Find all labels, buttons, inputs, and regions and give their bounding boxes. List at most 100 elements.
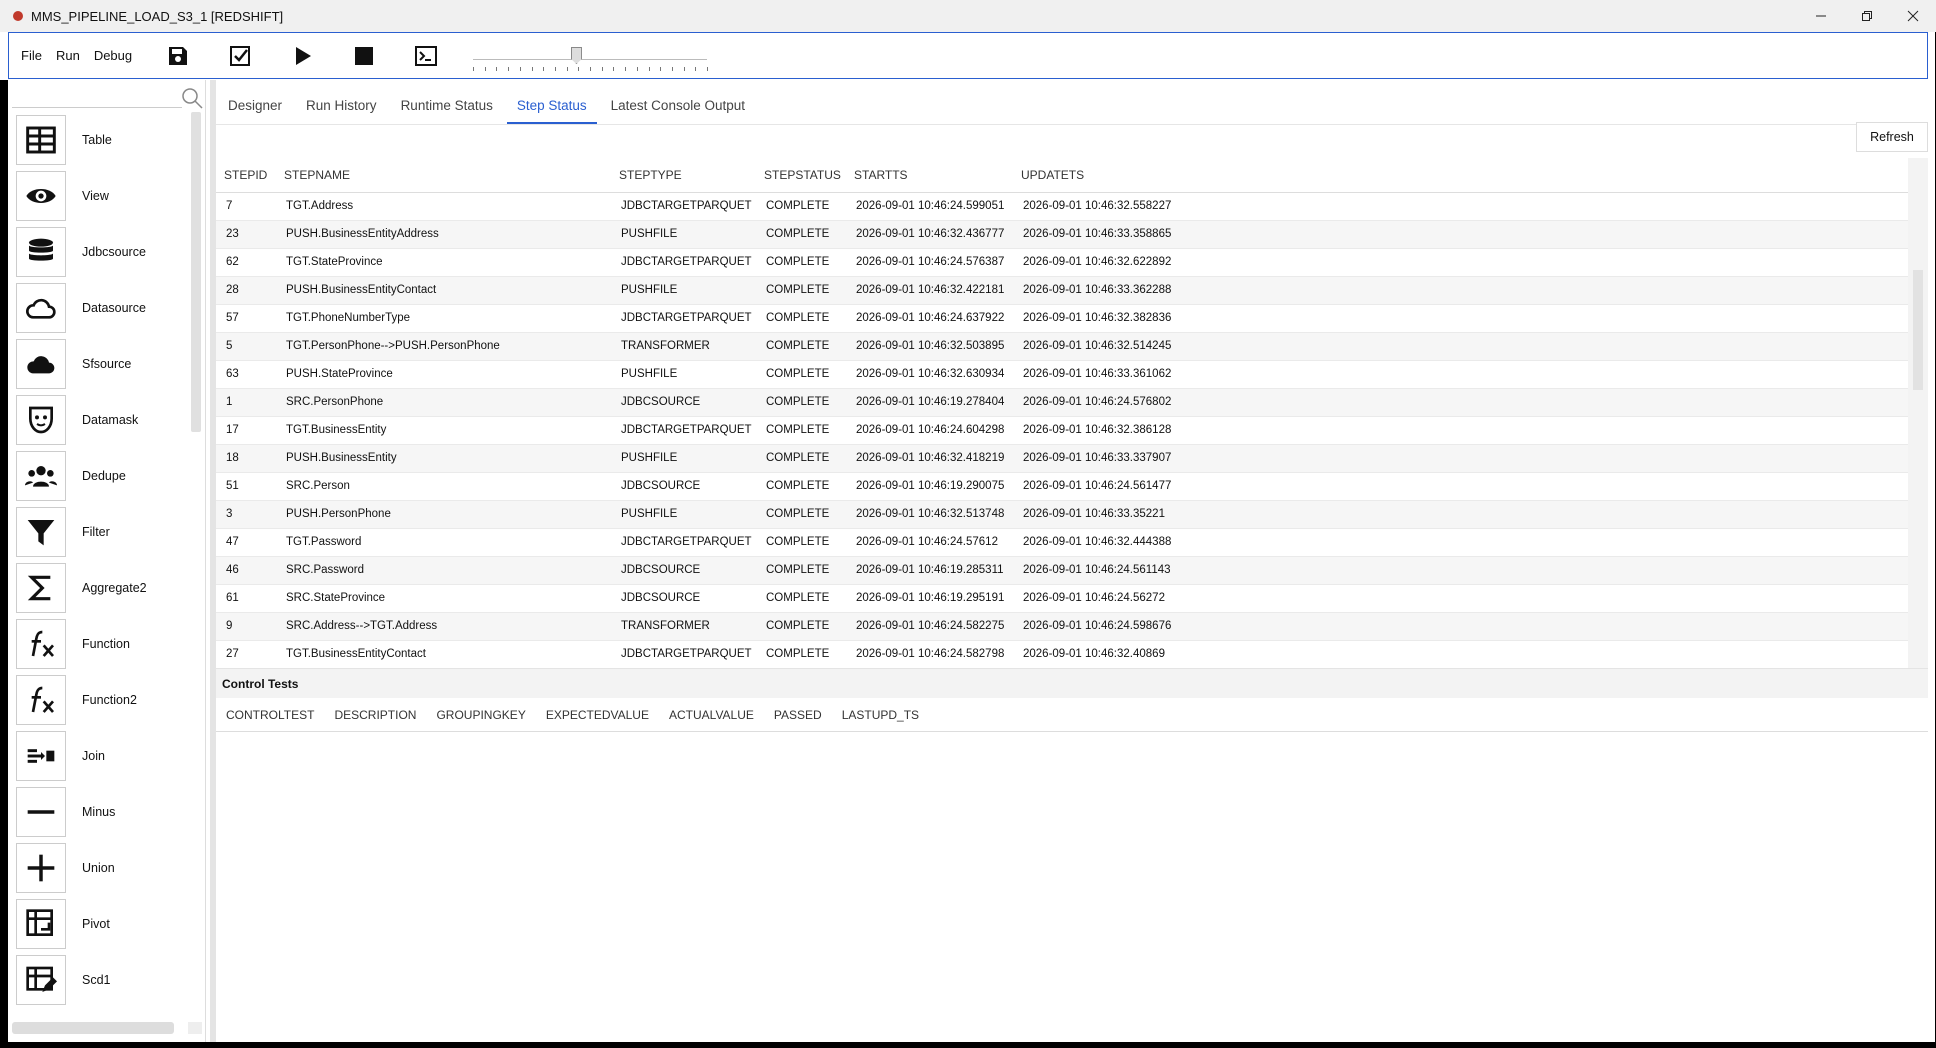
table-cell-stepstatus: COMPLETE — [756, 416, 846, 445]
palette-horizontal-scrollbar[interactable] — [12, 1022, 174, 1034]
table-cell-steptype: PUSHFILE — [611, 220, 756, 249]
control-tests-column-groupingkey[interactable]: GROUPINGKEY — [436, 708, 525, 722]
table-row[interactable]: 28 PUSH.BusinessEntityContact PUSHFILE COMP… — [216, 276, 1908, 305]
column-header-startts[interactable]: STARTTS — [846, 158, 1013, 193]
column-header-stepname[interactable]: STEPNAME — [276, 158, 611, 193]
minimize-button[interactable] — [1798, 0, 1844, 32]
tab-step-status[interactable]: Step Status — [506, 94, 597, 124]
palette-item-datamask[interactable]: Datamask — [16, 392, 196, 448]
palette-icon-box — [16, 619, 66, 669]
table-row[interactable]: 1 SRC.PersonPhone JDBCSOURCE COMPLETE 2026-0… — [216, 388, 1908, 417]
table-cell-updatets: 2026-09-01 10:46:32.444388 — [1013, 528, 1213, 557]
table-row[interactable]: 57 TGT.PhoneNumberType JDBCTARGETPARQUET CO… — [216, 304, 1908, 333]
table-cell-startts: 2026-09-01 10:46:24.637922 — [846, 304, 1013, 333]
restore-icon — [1862, 11, 1872, 21]
control-tests-column-lastupd_ts[interactable]: LASTUPD_TS — [842, 708, 919, 722]
table-cell-updatets: 2026-09-01 10:46:24.561477 — [1013, 472, 1213, 501]
palette-item-view[interactable]: View — [16, 168, 196, 224]
search-icon[interactable] — [180, 86, 204, 110]
table-row[interactable]: 17 TGT.BusinessEntity JDBCTARGETPARQUET COM… — [216, 416, 1908, 445]
table-row[interactable]: 18 PUSH.BusinessEntity PUSHFILE COMPLETE 202… — [216, 444, 1908, 473]
control-tests-column-actualvalue[interactable]: ACTUALVALUE — [669, 708, 754, 722]
palette-item-function2[interactable]: Function2 — [16, 672, 196, 728]
palette-item-scd1[interactable]: Scd1 — [16, 952, 196, 1008]
table-cell-stepstatus: COMPLETE — [756, 612, 846, 641]
palette-icon-box — [16, 171, 66, 221]
table-icon — [26, 126, 56, 154]
tab-run-history[interactable]: Run History — [306, 94, 377, 124]
table-cell-stepstatus: COMPLETE — [756, 584, 846, 613]
table-cell-updatets: 2026-09-01 10:46:32.382836 — [1013, 304, 1213, 333]
save-button[interactable] — [164, 42, 192, 70]
validate-button[interactable] — [226, 42, 254, 70]
palette-item-sfsource[interactable]: Sfsource — [16, 336, 196, 392]
table-cell-startts: 2026-09-01 10:46:19.290075 — [846, 472, 1013, 501]
table-row[interactable]: 63 PUSH.StateProvince PUSHFILE COMPLETE 2026… — [216, 360, 1908, 389]
tab-designer[interactable]: Designer — [228, 94, 282, 124]
column-header-stepid[interactable]: STEPID — [216, 158, 276, 193]
palette-item-filter[interactable]: Filter — [16, 504, 196, 560]
palette-item-datasource[interactable]: Datasource — [16, 280, 196, 336]
control-tests-column-expectedvalue[interactable]: EXPECTEDVALUE — [546, 708, 649, 722]
palette-icon-box — [16, 787, 66, 837]
tab-runtime-status[interactable]: Runtime Status — [401, 94, 493, 124]
slider-thumb[interactable] — [570, 47, 582, 64]
zoom-slider[interactable] — [465, 41, 715, 71]
table-cell-stepid: 23 — [216, 220, 276, 249]
table-cell-startts: 2026-09-01 10:46:19.278404 — [846, 388, 1013, 417]
column-header-steptype[interactable]: STEPTYPE — [611, 158, 756, 193]
grid-vertical-scrollbar[interactable] — [1913, 270, 1923, 390]
cloud-filled-icon — [27, 356, 55, 374]
palette-search[interactable] — [8, 86, 206, 110]
restore-button[interactable] — [1844, 0, 1890, 32]
refresh-button[interactable]: Refresh — [1856, 122, 1928, 152]
palette-item-dedupe[interactable]: Dedupe — [16, 448, 196, 504]
table-row[interactable]: 9 SRC.Address-->TGT.Address TRANSFORMER COM… — [216, 612, 1908, 641]
run-button[interactable] — [288, 42, 316, 70]
control-tests-column-controltest[interactable]: CONTROLTEST — [226, 708, 314, 722]
control-tests-column-description[interactable]: DESCRIPTION — [334, 708, 416, 722]
filter-icon — [27, 520, 55, 546]
palette-item-jdbcsource[interactable]: Jdbcsource — [16, 224, 196, 280]
palette-item-function[interactable]: Function — [16, 616, 196, 672]
table-row[interactable]: 61 SRC.StateProvince JDBCSOURCE COMPLETE 202… — [216, 584, 1908, 613]
table-row[interactable]: 3 PUSH.PersonPhone PUSHFILE COMPLETE 2026-09… — [216, 500, 1908, 529]
control-tests-column-passed[interactable]: PASSED — [774, 708, 822, 722]
palette-item-pivot[interactable]: Pivot — [16, 896, 196, 952]
palette-item-label: Jdbcsource — [82, 245, 146, 259]
stop-button[interactable] — [350, 42, 378, 70]
palette-item-join[interactable]: Join — [16, 728, 196, 784]
table-cell-steptype: TRANSFORMER — [611, 332, 756, 361]
palette-item-label: Function — [82, 637, 130, 651]
palette-item-union[interactable]: Union — [16, 840, 196, 896]
table-cell-steptype: JDBCSOURCE — [611, 472, 756, 501]
table-row[interactable]: 27 TGT.BusinessEntityContact JDBCTARGETPAR… — [216, 640, 1908, 669]
table-row[interactable]: 46 SRC.Password JDBCSOURCE COMPLETE 2026-09-… — [216, 556, 1908, 585]
table-cell-startts: 2026-09-01 10:46:24.582798 — [846, 640, 1013, 669]
close-button[interactable] — [1890, 0, 1936, 32]
table-cell-stepstatus: COMPLETE — [756, 248, 846, 277]
menu-file[interactable]: File — [21, 48, 42, 63]
palette-item-aggregate2[interactable]: Aggregate2 — [16, 560, 196, 616]
table-cell-updatets: 2026-09-01 10:46:24.56272 — [1013, 584, 1213, 613]
table-row[interactable]: 62 TGT.StateProvince JDBCTARGETPARQUET COMP… — [216, 248, 1908, 277]
table-cell-startts: 2026-09-01 10:46:24.582275 — [846, 612, 1013, 641]
table-row[interactable]: 23 PUSH.BusinessEntityAddress PUSHFILE COMP… — [216, 220, 1908, 249]
tab-latest-console-output[interactable]: Latest Console Output — [611, 94, 745, 124]
palette-vertical-scrollbar[interactable] — [191, 112, 201, 432]
table-row[interactable]: 47 TGT.Password JDBCTARGETPARQUET COMPLETE 2… — [216, 528, 1908, 557]
table-row[interactable]: 7 TGT.Address JDBCTARGETPARQUET COMPLETE 202… — [216, 192, 1908, 221]
people-icon — [25, 466, 57, 487]
table-cell-stepid: 5 — [216, 332, 276, 361]
menu-run[interactable]: Run — [56, 48, 80, 63]
column-header-stepstatus[interactable]: STEPSTATUS — [756, 158, 846, 193]
table-row[interactable]: 5 TGT.PersonPhone-->PUSH.PersonPhone TRANS… — [216, 332, 1908, 361]
palette-item-label: Minus — [82, 805, 116, 819]
menu-debug[interactable]: Debug — [94, 48, 132, 63]
console-button[interactable] — [412, 42, 440, 70]
table-row[interactable]: 51 SRC.Person JDBCSOURCE COMPLETE 2026-09-01… — [216, 472, 1908, 501]
palette-item-table[interactable]: Table — [16, 112, 196, 168]
palette-item-minus[interactable]: Minus — [16, 784, 196, 840]
column-header-updatets[interactable]: UPDATETS — [1013, 158, 1213, 193]
table-cell-stepstatus: COMPLETE — [756, 276, 846, 305]
